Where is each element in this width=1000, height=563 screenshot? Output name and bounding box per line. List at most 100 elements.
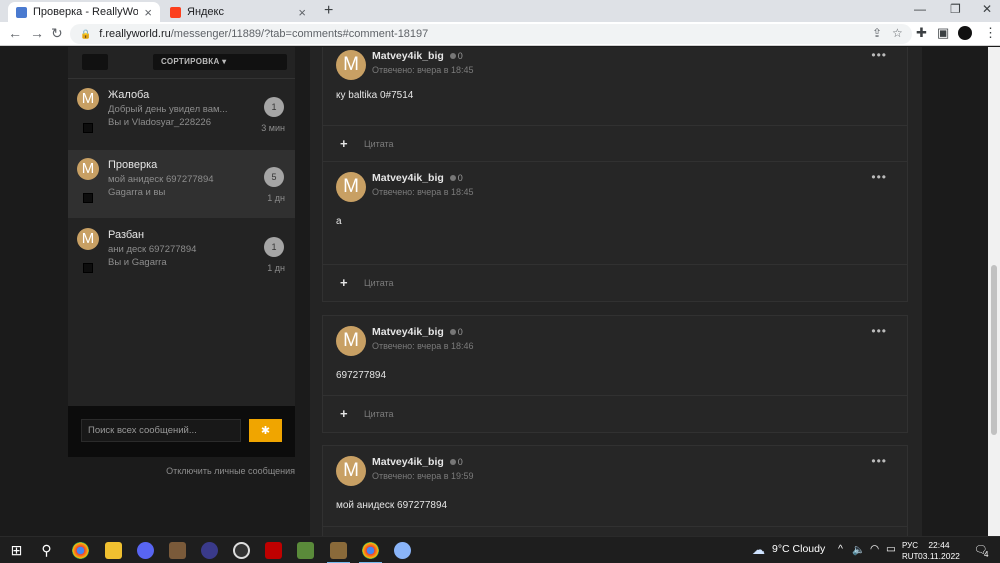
more-options-icon[interactable]: ••• bbox=[871, 170, 887, 184]
search-messages-input[interactable] bbox=[81, 419, 241, 442]
search-icon[interactable]: ⚲ bbox=[38, 542, 55, 559]
clock-time: 22:44 bbox=[928, 540, 950, 550]
page-scrollbar[interactable] bbox=[988, 47, 1000, 536]
author-name[interactable]: Matvey4ik_big bbox=[372, 326, 444, 338]
maximize-icon[interactable]: ❐ bbox=[950, 2, 961, 16]
winrar-icon[interactable] bbox=[327, 542, 350, 563]
message-count-badge: 1 bbox=[264, 97, 284, 117]
sort-dropdown[interactable]: СОРТИРОВКА ▾ bbox=[153, 54, 287, 70]
taskbar-clock[interactable]: 22:44 03.11.2022 bbox=[918, 540, 960, 562]
minimize-icon[interactable]: — bbox=[914, 2, 926, 16]
more-options-icon[interactable]: ••• bbox=[871, 324, 887, 338]
extensions-icon[interactable]: ✚ bbox=[916, 25, 927, 41]
profile-avatar[interactable] bbox=[958, 26, 972, 40]
conversation-checkbox[interactable] bbox=[83, 123, 93, 133]
scrollbar-thumb[interactable] bbox=[991, 265, 997, 435]
volume-icon[interactable]: 🔈 bbox=[852, 543, 865, 556]
conversation-preview: мой анидеск 697277894 bbox=[108, 174, 214, 185]
plus-icon[interactable]: + bbox=[340, 406, 348, 421]
comment-author[interactable]: Matvey4ik_big 0 bbox=[372, 50, 463, 62]
input-language[interactable]: РУС bbox=[902, 541, 918, 550]
conversation-item[interactable]: M Жалоба Добрый день увидел вам... Вы и … bbox=[68, 80, 295, 148]
conversation-members: Вы и Gagarra bbox=[108, 257, 167, 268]
avatar: M bbox=[77, 158, 99, 180]
tab-reallyworld[interactable]: Проверка - ReallyWorld × bbox=[8, 2, 160, 22]
comment-author[interactable]: Matvey4ik_big 0 bbox=[372, 456, 463, 468]
close-tab-icon[interactable]: × bbox=[144, 5, 152, 20]
discord-icon[interactable] bbox=[137, 542, 154, 559]
chrome-active-icon[interactable] bbox=[359, 542, 382, 563]
conversation-checkbox[interactable] bbox=[83, 193, 93, 203]
minecraft-icon[interactable] bbox=[297, 542, 314, 559]
file-explorer-icon[interactable] bbox=[105, 542, 122, 559]
message-count-badge: 5 bbox=[264, 167, 284, 187]
app-icon[interactable] bbox=[201, 542, 218, 559]
back-icon[interactable]: ← bbox=[8, 25, 22, 41]
author-name[interactable]: Matvey4ik_big bbox=[372, 50, 444, 62]
close-tab-icon[interactable]: × bbox=[298, 5, 306, 20]
reload-icon[interactable]: ↻ bbox=[51, 25, 63, 42]
comment-date: Отвечено: вчера в 18:46 bbox=[372, 341, 474, 351]
quote-button[interactable]: Цитата bbox=[364, 409, 394, 419]
disable-private-messages-link[interactable]: Отключить личные сообщения bbox=[166, 466, 295, 476]
lock-icon: 🔒 bbox=[80, 28, 92, 39]
side-panel-icon[interactable]: ▣ bbox=[937, 25, 949, 41]
input-layout[interactable]: RUT bbox=[902, 552, 918, 561]
comment-date: Отвечено: вчера в 19:59 bbox=[372, 471, 474, 481]
sidebar-search-bar: ✱ bbox=[68, 406, 295, 457]
avatar: M bbox=[77, 228, 99, 250]
select-all-toggle[interactable] bbox=[82, 54, 108, 70]
status-dot-icon bbox=[449, 52, 456, 59]
clock-date: 03.11.2022 bbox=[918, 551, 960, 561]
conversation-title: Проверка bbox=[108, 159, 158, 171]
close-icon[interactable]: ✕ bbox=[982, 2, 992, 16]
filezilla-icon[interactable] bbox=[265, 542, 282, 559]
weather-text[interactable]: 9°C Cloudy bbox=[772, 543, 825, 555]
conversation-preview: ани деск 697277894 bbox=[108, 244, 197, 255]
more-options-icon[interactable]: ••• bbox=[871, 454, 887, 468]
conversation-checkbox[interactable] bbox=[83, 263, 93, 273]
chevron-up-icon[interactable]: ^ bbox=[838, 543, 843, 555]
more-options-icon[interactable]: ••• bbox=[871, 48, 887, 62]
avatar: M bbox=[336, 50, 366, 80]
wifi-icon[interactable]: ◠ bbox=[870, 543, 879, 555]
search-options-button[interactable]: ✱ bbox=[249, 419, 282, 442]
notification-count: 4 bbox=[984, 550, 989, 559]
forward-icon[interactable]: → bbox=[30, 25, 44, 41]
quote-button[interactable]: Цитата bbox=[364, 278, 394, 288]
conversation-sidebar: СОРТИРОВКА ▾ M Жалоба Добрый день увидел… bbox=[68, 47, 295, 457]
obs-icon[interactable] bbox=[233, 542, 250, 559]
url-path: /messenger/11889/?tab=comments#comment-1… bbox=[170, 28, 429, 40]
minecraft-launcher-icon[interactable] bbox=[169, 542, 186, 559]
sidebar-header: СОРТИРОВКА ▾ bbox=[68, 47, 295, 79]
windows-start-icon[interactable]: ⊞ bbox=[8, 542, 25, 559]
quote-button[interactable]: Цитата bbox=[364, 139, 394, 149]
comment-author[interactable]: Matvey4ik_big 0 bbox=[372, 172, 463, 184]
chrome-menu-icon[interactable]: ⋮ bbox=[984, 25, 997, 41]
conversation-item[interactable]: M Разбан ани деск 697277894 Вы и Gagarra… bbox=[68, 220, 295, 288]
conversation-item-selected[interactable]: M Проверка мой анидеск 697277894 Gagarra… bbox=[68, 150, 295, 218]
chrome-icon[interactable] bbox=[72, 542, 89, 559]
address-bar[interactable]: 🔒 f.reallyworld.ru/messenger/11889/?tab=… bbox=[70, 24, 912, 44]
comment-author[interactable]: Matvey4ik_big 0 bbox=[372, 326, 463, 338]
author-name[interactable]: Matvey4ik_big bbox=[372, 456, 444, 468]
plus-icon[interactable]: + bbox=[324, 2, 333, 20]
tab-yandex[interactable]: Яндекс × bbox=[162, 2, 314, 22]
battery-icon[interactable]: ▭ bbox=[886, 543, 896, 555]
bookmark-star-icon[interactable]: ☆ bbox=[892, 26, 903, 40]
windows-taskbar: ⊞ ⚲ ☁ 9°C Cloudy ^ 🔈 ◠ ▭ РУС RUT 22:44 0… bbox=[0, 536, 1000, 563]
comment-footer: + Цитата bbox=[323, 264, 907, 302]
comment-post: M Matvey4ik_big 0 Отвечено: вчера в 19:59… bbox=[322, 445, 908, 536]
app-icon-2[interactable] bbox=[394, 542, 411, 559]
share-icon[interactable]: ⇪ bbox=[872, 26, 882, 40]
plus-icon[interactable]: + bbox=[340, 136, 348, 151]
avatar: M bbox=[336, 326, 366, 356]
browser-toolbar: ← → ↻ 🔒 f.reallyworld.ru/messenger/11889… bbox=[0, 22, 1000, 46]
conversation-time: 3 мин bbox=[261, 123, 285, 133]
author-name[interactable]: Matvey4ik_big bbox=[372, 172, 444, 184]
comment-body: ку baltika 0#7514 bbox=[336, 90, 414, 101]
comment-post: M Matvey4ik_big 0 Отвечено: вчера в 18:46… bbox=[322, 315, 908, 433]
comment-date: Отвечено: вчера в 18:45 bbox=[372, 65, 474, 75]
plus-icon[interactable]: + bbox=[340, 275, 348, 290]
status-dot-icon bbox=[449, 174, 456, 181]
